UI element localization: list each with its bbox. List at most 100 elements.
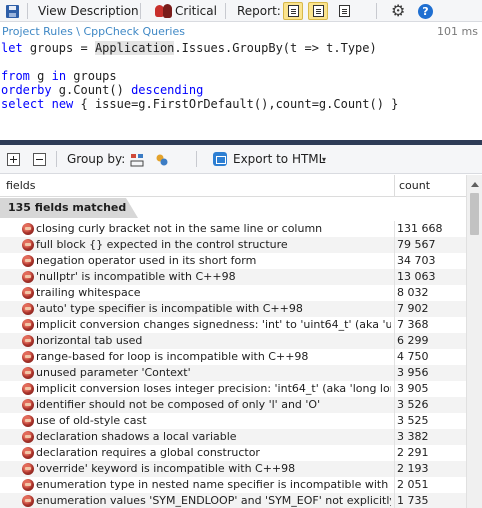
field-count: 2 291 — [397, 446, 429, 459]
table-row[interactable]: 'auto' type specifier is incompatible wi… — [0, 301, 466, 317]
column-header-fields[interactable]: fields — [6, 179, 35, 192]
export-to-html-button[interactable]: Export to HTML — [233, 152, 325, 166]
field-count: 3 382 — [397, 430, 429, 443]
cell-divider — [394, 317, 395, 333]
cell-divider — [394, 413, 395, 429]
column-divider[interactable] — [394, 175, 395, 197]
results-toolbar: Group by: Export to HTML ▾ — [0, 145, 482, 174]
scroll-up-icon[interactable] — [471, 182, 479, 187]
table-row[interactable]: closing curly bracket not in the same li… — [0, 221, 466, 237]
report-label: Report: — [237, 4, 281, 18]
table-row[interactable]: horizontal tab used 6 299 — [0, 333, 466, 349]
table-row[interactable]: enumeration type in nested name specifie… — [0, 477, 466, 493]
field-icon — [22, 255, 34, 267]
cell-divider — [394, 253, 395, 269]
cell-divider — [394, 365, 395, 381]
table-row[interactable]: full block {} expected in the control st… — [0, 237, 466, 253]
query-editor[interactable]: let groups = Application.Issues.GroupBy(… — [0, 39, 482, 140]
group-header-row[interactable]: 135 fields matched — [0, 198, 466, 218]
group-by-namespace-icon[interactable] — [130, 153, 144, 167]
table-row[interactable]: implicit conversion loses integer precis… — [0, 381, 466, 397]
critical-toggle[interactable]: Critical — [155, 0, 217, 22]
cell-divider — [394, 221, 395, 237]
table-row[interactable]: declaration shadows a local variable 3 38… — [0, 429, 466, 445]
table-row[interactable]: enumeration values 'SYM_ENDLOOP' and 'SY… — [0, 493, 466, 508]
critical-label: Critical — [175, 4, 217, 18]
group-by-type-icon[interactable] — [155, 153, 169, 167]
field-count: 3 956 — [397, 366, 429, 379]
cell-divider — [394, 445, 395, 461]
table-row[interactable]: range-based for loop is incompatible wit… — [0, 349, 466, 365]
group-label: 135 fields matched — [8, 201, 127, 214]
table-row[interactable]: identifier should not be composed of onl… — [0, 397, 466, 413]
table-row[interactable]: negation operator used in its short form… — [0, 253, 466, 269]
table-row[interactable]: 'override' keyword is incompatible with … — [0, 461, 466, 477]
cell-divider — [394, 429, 395, 445]
report-list-button[interactable] — [334, 2, 354, 20]
view-description-label: View Description — [38, 4, 139, 18]
field-count: 3 905 — [397, 382, 429, 395]
field-icon — [22, 271, 34, 283]
field-count: 2 051 — [397, 478, 429, 491]
field-icon — [22, 399, 34, 411]
vertical-scrollbar[interactable] — [466, 175, 482, 508]
report-list-icon — [338, 5, 350, 17]
report-label-container: Report: — [237, 0, 281, 22]
table-row[interactable]: trailing whitespace 8 032 — [0, 285, 466, 301]
report-files-icon — [312, 5, 324, 17]
table-row[interactable]: implicit conversion changes signedness: … — [0, 317, 466, 333]
table-row[interactable]: declaration requires a global constructo… — [0, 445, 466, 461]
chevron-down-icon[interactable]: ▾ — [322, 155, 326, 164]
report-types-icon — [287, 5, 299, 17]
field-icon — [22, 223, 34, 235]
help-button[interactable]: ? — [418, 0, 433, 22]
field-icon — [22, 239, 34, 251]
field-name: use of old-style cast — [36, 414, 147, 427]
cell-divider — [394, 301, 395, 317]
field-icon — [22, 495, 34, 507]
field-icon — [22, 415, 34, 427]
field-count: 3 525 — [397, 414, 429, 427]
field-count: 34 703 — [397, 254, 436, 267]
settings-button[interactable]: ⚙ — [391, 0, 405, 22]
toolbar-divider — [140, 3, 141, 19]
view-description-button[interactable]: View Description — [38, 0, 139, 22]
field-count: 3 526 — [397, 398, 429, 411]
code-line: select new { issue=g.FirstOrDefault(),co… — [1, 97, 399, 111]
results-list: closing curly bracket not in the same li… — [0, 221, 466, 508]
critical-rule-icon — [155, 3, 173, 19]
field-name: 'auto' type specifier is incompatible wi… — [36, 302, 303, 315]
save-button[interactable] — [6, 0, 19, 22]
report-types-button[interactable] — [283, 2, 303, 20]
group-by-label: Group by: — [67, 152, 126, 166]
field-name: horizontal tab used — [36, 334, 143, 347]
table-row[interactable]: use of old-style cast 3 525 — [0, 413, 466, 429]
field-count: 6 299 — [397, 334, 429, 347]
code-line: from g in groups — [1, 69, 117, 83]
field-icon — [22, 383, 34, 395]
toolbar-divider — [376, 3, 377, 19]
cell-divider — [394, 397, 395, 413]
column-header-count[interactable]: count — [399, 179, 430, 192]
field-name: implicit conversion loses integer precis… — [36, 382, 391, 395]
toolbar-divider — [196, 151, 197, 167]
field-icon — [22, 351, 34, 363]
scroll-thumb[interactable] — [470, 193, 479, 235]
field-name: unused parameter 'Context' — [36, 366, 191, 379]
report-files-button[interactable] — [308, 2, 328, 20]
export-icon — [213, 152, 227, 166]
expand-all-icon[interactable] — [7, 153, 20, 166]
collapse-all-icon[interactable] — [33, 153, 46, 166]
breadcrumb[interactable]: Project Rules \ CppCheck Queries — [2, 25, 185, 38]
field-name: full block {} expected in the control st… — [36, 238, 288, 251]
table-row[interactable]: 'nullptr' is incompatible with C++98 13 0… — [0, 269, 466, 285]
table-row[interactable]: unused parameter 'Context' 3 956 — [0, 365, 466, 381]
cell-divider — [394, 381, 395, 397]
field-icon — [22, 463, 34, 475]
query-info-bar: Project Rules \ CppCheck Queries 101 ms — [0, 23, 482, 39]
cell-divider — [394, 477, 395, 493]
field-icon — [22, 447, 34, 459]
help-icon: ? — [418, 3, 433, 19]
field-name: 'override' keyword is incompatible with … — [36, 462, 296, 475]
field-count: 7 902 — [397, 302, 429, 315]
